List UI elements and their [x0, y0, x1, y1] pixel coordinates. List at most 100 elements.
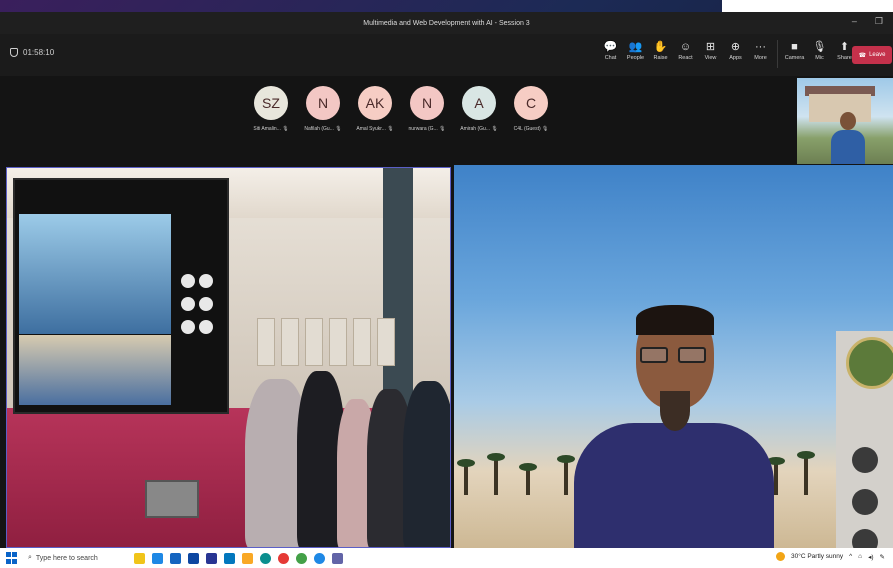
camera-icon: ■ — [791, 41, 798, 53]
window-title: Multimedia and Web Development with AI -… — [363, 19, 530, 27]
participant-name: Amal Syukr... 🎙 — [356, 126, 394, 132]
weather-text[interactable]: 30°C Partly sunny — [791, 553, 843, 560]
student — [403, 381, 450, 547]
participant-tile[interactable]: N Nafilah (Gu... 🎙 — [304, 86, 342, 132]
avatar: A — [462, 86, 496, 120]
self-person — [831, 112, 865, 164]
participant-tile[interactable]: SZ Siti Amalin... 🎙 — [252, 86, 290, 132]
react-label: React — [678, 55, 693, 61]
people-button[interactable]: 👥 People — [623, 40, 648, 68]
screen-participants — [179, 272, 219, 341]
self-view-video[interactable] — [797, 78, 893, 164]
camera-label: Camera — [784, 55, 805, 61]
wall-panel — [353, 318, 371, 366]
task-view-icon[interactable] — [152, 552, 163, 564]
glasses — [640, 347, 710, 363]
dropbox-icon[interactable] — [188, 552, 199, 564]
beard — [660, 391, 690, 431]
mic-muted-icon: 🎙 — [335, 126, 342, 132]
more-button[interactable]: ··· More — [748, 40, 773, 68]
participant-tile[interactable]: A Amirah (Gu... 🎙 — [460, 86, 498, 132]
toolbar-divider — [777, 40, 778, 68]
pen-icon[interactable]: ✎ — [880, 553, 885, 561]
teams-icon[interactable] — [332, 552, 343, 564]
chrome-icon[interactable] — [278, 552, 289, 564]
video-tile-classroom[interactable] — [6, 167, 451, 548]
wall-panel — [329, 318, 347, 366]
palm-tree — [797, 451, 815, 495]
taskbar-search[interactable]: ⌕ Type here to search — [28, 554, 120, 562]
apps-button[interactable]: ⊕ Apps — [723, 40, 748, 68]
mic-label: Mic — [815, 55, 824, 61]
participant-name: Siti Amalin... 🎙 — [253, 126, 289, 132]
share-icon: ⬆ — [839, 41, 850, 53]
self-body — [831, 130, 865, 164]
avatar: N — [410, 86, 444, 120]
mic-muted-icon: 🎙 — [542, 126, 549, 132]
widgets-icon[interactable] — [134, 552, 145, 564]
avatar: SZ — [254, 86, 288, 120]
chevron-up-icon[interactable]: ^ — [849, 553, 852, 560]
screen-avatar — [199, 320, 213, 334]
participant-tile[interactable]: AK Amal Syukr... 🎙 — [356, 86, 394, 132]
search-icon: ⌕ — [28, 554, 32, 561]
chrome-icon[interactable] — [314, 552, 325, 564]
camera-button[interactable]: ■ Camera — [782, 40, 807, 68]
projector-screen — [13, 178, 229, 414]
palm-tree — [457, 459, 475, 495]
maximize-button[interactable]: ❐ — [875, 16, 883, 27]
raise-hand-button[interactable]: ✋ Raise — [648, 40, 673, 68]
minimize-button[interactable]: – — [852, 16, 857, 27]
participant-name: nurwara (G... 🎙 — [408, 126, 446, 132]
mic-button[interactable]: 🎙 Mic — [807, 40, 832, 68]
mail-icon[interactable] — [224, 552, 235, 564]
volume-icon[interactable]: ◂) — [868, 553, 873, 561]
mic-muted-icon: 🎙 — [387, 126, 394, 132]
share-label: Share — [837, 55, 852, 61]
desktop-edge — [722, 0, 893, 12]
wall-ornament — [852, 447, 878, 473]
palm-tree — [557, 455, 575, 495]
phone-icon: ☎ — [858, 52, 867, 59]
participant-tile[interactable]: N nurwara (G... 🎙 — [408, 86, 446, 132]
wall-panel — [377, 318, 395, 366]
participant-name: Amirah (Gu... 🎙 — [460, 126, 498, 132]
palm-tree — [519, 463, 537, 495]
apps-label: Apps — [729, 55, 742, 61]
screen-avatar — [181, 274, 195, 288]
video-tile-presenter[interactable] — [454, 165, 893, 548]
chrome-icon[interactable] — [296, 552, 307, 564]
wall-ornament — [852, 489, 878, 515]
mic-icon: 🎙 — [812, 41, 827, 53]
wall-panels — [257, 318, 395, 366]
file-explorer-icon[interactable] — [242, 552, 253, 564]
raise-label: Raise — [653, 55, 668, 61]
app-icon[interactable] — [206, 552, 217, 564]
self-head — [840, 112, 856, 130]
avatar: C — [514, 86, 548, 120]
screen-meeting-video — [19, 214, 171, 334]
participant-strip: SZ Siti Amalin... 🎙 N Nafilah (Gu... 🎙 A… — [252, 86, 550, 132]
presenter-person — [574, 305, 774, 548]
wall-panel — [257, 318, 275, 366]
window-controls: – ❐ — [852, 16, 883, 27]
search-placeholder: Type here to search — [35, 554, 98, 562]
meeting-toolbar: 01:58:10 💬 Chat 👥 People ✋ Raise ☺ React… — [0, 34, 893, 77]
screen-avatar — [181, 320, 195, 334]
network-icon[interactable]: ⌂ — [858, 553, 862, 560]
edge-icon[interactable] — [260, 552, 271, 564]
store-icon[interactable] — [170, 552, 181, 564]
weather-icon — [776, 552, 785, 561]
view-button[interactable]: ⊞ View — [698, 40, 723, 68]
react-button[interactable]: ☺ React — [673, 40, 698, 68]
leave-button[interactable]: ☎ Leave — [852, 46, 892, 64]
wall-panel — [305, 318, 323, 366]
wall-ornament — [852, 529, 878, 548]
windows-start-icon[interactable] — [6, 552, 18, 564]
mic-muted-icon: 🎙 — [491, 126, 498, 132]
view-label: View — [704, 55, 717, 61]
participant-tile[interactable]: C C4L (Guest) 🎙 — [512, 86, 550, 132]
chat-button[interactable]: 💬 Chat — [598, 40, 623, 68]
people-label: People — [626, 55, 645, 61]
timer-text: 01:58:10 — [23, 48, 55, 57]
